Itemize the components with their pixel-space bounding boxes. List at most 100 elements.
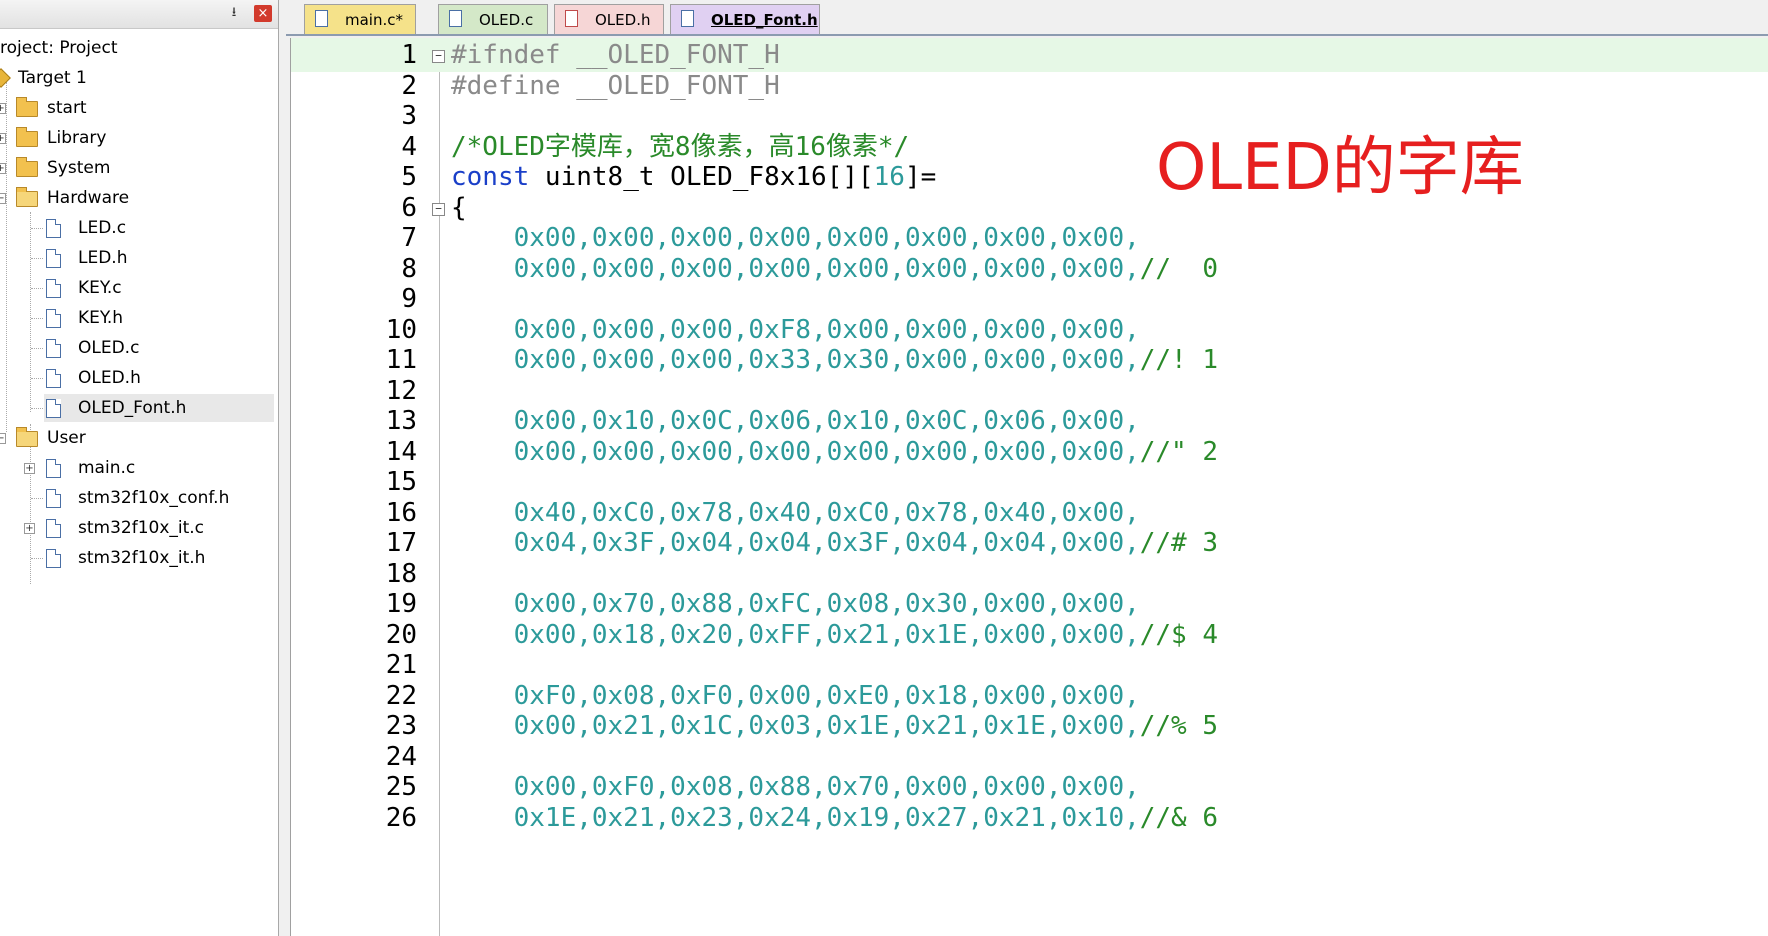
fold-toggle-icon[interactable]: − bbox=[432, 202, 445, 216]
tree-item-label: LED.c bbox=[78, 218, 127, 238]
code-token: 0x00,0x00,0x00,0x33,0x30,0x00,0x00,0x00, bbox=[451, 345, 1140, 375]
tree-file-main-c[interactable]: + main.c bbox=[0, 454, 278, 482]
editor-tab-bar: main.c* OLED.c OLED.h OLED_Font.h bbox=[286, 0, 1768, 36]
code-line[interactable]: 10 0x00,0x00,0x00,0xF8,0x00,0x00,0x00,0x… bbox=[291, 313, 1768, 347]
file-icon bbox=[46, 489, 61, 508]
pin-icon[interactable]: ⭳ bbox=[226, 5, 242, 21]
line-number: 2 bbox=[401, 70, 417, 101]
expand-icon[interactable]: + bbox=[0, 133, 6, 144]
tree-file-stm32f10x-it-h[interactable]: stm32f10x_it.h bbox=[0, 544, 278, 572]
code-line[interactable]: 7 0x00,0x00,0x00,0x00,0x00,0x00,0x00,0x0… bbox=[291, 221, 1768, 255]
collapse-icon[interactable]: − bbox=[0, 433, 6, 444]
tree-file-stm32f10x-conf-h[interactable]: stm32f10x_conf.h bbox=[0, 484, 278, 512]
line-number: 24 bbox=[385, 741, 417, 772]
code-line[interactable]: 16 0x40,0xC0,0x78,0x40,0xC0,0x78,0x40,0x… bbox=[291, 496, 1768, 530]
code-line[interactable]: 15 bbox=[291, 465, 1768, 499]
code-line[interactable]: 23 0x00,0x21,0x1C,0x03,0x1E,0x21,0x1E,0x… bbox=[291, 709, 1768, 743]
code-token: 0x00,0x21,0x1C,0x03,0x1E,0x21,0x1E,0x00, bbox=[451, 711, 1140, 741]
tab-oled-h[interactable]: OLED.h bbox=[554, 4, 664, 34]
tree-item-label: System bbox=[47, 158, 111, 178]
code-line[interactable]: 21 bbox=[291, 648, 1768, 682]
tree-file-led-c[interactable]: LED.c bbox=[0, 214, 278, 242]
tree-connector bbox=[31, 318, 43, 319]
code-line[interactable]: 9 bbox=[291, 282, 1768, 316]
file-icon bbox=[565, 10, 578, 27]
code-token: //$ 4 bbox=[1139, 619, 1219, 650]
tab-main-c[interactable]: main.c* bbox=[304, 4, 416, 34]
tree-connector bbox=[31, 348, 43, 349]
line-number: 25 bbox=[385, 772, 417, 802]
tree-item-label: Hardware bbox=[47, 188, 130, 208]
code-line[interactable]: 20 0x00,0x18,0x20,0xFF,0x21,0x1E,0x00,0x… bbox=[291, 618, 1768, 652]
file-icon bbox=[315, 10, 328, 27]
line-number: 4 bbox=[401, 131, 417, 162]
code-token: //" 2 bbox=[1139, 436, 1219, 467]
code-token: 0x40,0xC0,0x78,0x40,0xC0,0x78,0x40,0x00, bbox=[451, 497, 1140, 528]
tree-file-oled-c[interactable]: OLED.c bbox=[0, 334, 278, 362]
tree-item-project[interactable]: roject: Project bbox=[0, 34, 278, 62]
code-text: /*OLED字模库，宽8像素，高16像素*/ bbox=[451, 130, 909, 164]
folder-icon bbox=[16, 127, 38, 147]
code-text: 0x40,0xC0,0x78,0x40,0xC0,0x78,0x40,0x00, bbox=[451, 496, 1140, 530]
code-line[interactable]: 1 − #ifndef __OLED_FONT_H bbox=[291, 38, 1768, 72]
line-number: 9 bbox=[401, 284, 417, 314]
annotation-title: OLED的字库 bbox=[1156, 131, 1524, 205]
tree-item-user[interactable]: − User bbox=[0, 424, 278, 452]
code-line[interactable]: 11 0x00,0x00,0x00,0x33,0x30,0x00,0x00,0x… bbox=[291, 343, 1768, 377]
tree-item-label: stm32f10x_it.c bbox=[78, 518, 205, 538]
folder-icon bbox=[16, 97, 38, 117]
code-line[interactable]: 19 0x00,0x70,0x88,0xFC,0x08,0x30,0x00,0x… bbox=[291, 587, 1768, 621]
code-token: 0x00,0x10,0x0C,0x06,0x10,0x0C,0x06,0x00, bbox=[451, 406, 1140, 436]
tree-item-label: Library bbox=[47, 128, 107, 148]
code-line[interactable]: 25 0x00,0xF0,0x08,0x88,0x70,0x00,0x00,0x… bbox=[291, 770, 1768, 804]
tab-oled-c[interactable]: OLED.c bbox=[438, 4, 548, 34]
tree-item-system[interactable]: + System bbox=[0, 154, 278, 182]
tree-file-oled-h[interactable]: OLED.h bbox=[0, 364, 278, 392]
code-line[interactable]: 24 bbox=[291, 740, 1768, 774]
tree-item-target[interactable]: Target 1 bbox=[0, 64, 278, 92]
code-token: //! 1 bbox=[1139, 345, 1219, 375]
code-line[interactable]: 6 −{ bbox=[291, 191, 1768, 225]
tree-file-key-h[interactable]: KEY.h bbox=[0, 304, 278, 332]
code-line[interactable]: 8 0x00,0x00,0x00,0x00,0x00,0x00,0x00,0x0… bbox=[291, 252, 1768, 286]
tree-item-label: OLED.h bbox=[78, 368, 141, 388]
collapse-icon[interactable]: − bbox=[0, 193, 6, 204]
code-token: //% 5 bbox=[1139, 711, 1219, 741]
code-line[interactable]: 26 0x1E,0x21,0x23,0x24,0x19,0x27,0x21,0x… bbox=[291, 801, 1768, 835]
code-editor[interactable]: 1− #ifndef __OLED_FONT_H 2 #define __OLED_F… bbox=[290, 38, 1768, 936]
tree-item-start[interactable]: + start bbox=[0, 94, 278, 122]
tree-file-stm32f10x-it-c[interactable]: + stm32f10x_it.c bbox=[0, 514, 278, 542]
file-icon bbox=[46, 339, 61, 358]
code-line[interactable]: 12 bbox=[291, 374, 1768, 408]
code-line[interactable]: 4 /*OLED字模库，宽8像素，高16像素*/ bbox=[291, 130, 1768, 164]
fold-toggle-icon[interactable]: − bbox=[432, 50, 445, 63]
code-token: //& 6 bbox=[1139, 802, 1219, 833]
expand-icon[interactable]: + bbox=[0, 163, 6, 174]
code-line[interactable]: 22 0xF0,0x08,0xF0,0x00,0xE0,0x18,0x00,0x… bbox=[291, 679, 1768, 713]
expand-icon[interactable]: + bbox=[0, 103, 6, 114]
code-line[interactable]: 17 0x04,0x3F,0x04,0x04,0x3F,0x04,0x04,0x… bbox=[291, 526, 1768, 560]
code-line[interactable]: 5 const uint8_t OLED_F8x16[][16]= bbox=[291, 160, 1768, 194]
tree-file-oled-font-h[interactable]: OLED_Font.h bbox=[44, 394, 274, 422]
tab-oled-font-h[interactable]: OLED_Font.h bbox=[670, 4, 820, 34]
code-line[interactable]: 13 0x00,0x10,0x0C,0x06,0x10,0x0C,0x06,0x… bbox=[291, 404, 1768, 438]
line-number: 19 bbox=[385, 589, 417, 619]
code-token: 0x00,0x00,0x00,0xF8,0x00,0x00,0x00,0x00, bbox=[451, 314, 1140, 345]
tree-file-led-h[interactable]: LED.h bbox=[0, 244, 278, 272]
close-icon[interactable]: × bbox=[254, 5, 272, 22]
code-line[interactable]: 3 bbox=[291, 99, 1768, 133]
code-text: #ifndef __OLED_FONT_H bbox=[451, 38, 780, 72]
tree-file-key-c[interactable]: KEY.c bbox=[0, 274, 278, 302]
code-line[interactable]: 14 0x00,0x00,0x00,0x00,0x00,0x00,0x00,0x… bbox=[291, 435, 1768, 469]
code-token: 0x00,0xF0,0x08,0x88,0x70,0x00,0x00,0x00, bbox=[451, 772, 1140, 802]
tab-label: OLED_Font.h bbox=[711, 11, 818, 29]
code-text: 0x00,0x00,0x00,0x00,0x00,0x00,0x00,0x00,… bbox=[451, 252, 1218, 286]
code-text: #define __OLED_FONT_H bbox=[451, 69, 780, 103]
code-line[interactable]: 18 bbox=[291, 557, 1768, 591]
tree-connector bbox=[31, 228, 43, 229]
expand-icon[interactable]: + bbox=[24, 463, 35, 474]
tree-item-library[interactable]: + Library bbox=[0, 124, 278, 152]
expand-icon[interactable]: + bbox=[24, 523, 35, 534]
tree-item-hardware[interactable]: − Hardware bbox=[0, 184, 278, 212]
code-line[interactable]: 2 #define __OLED_FONT_H bbox=[291, 69, 1768, 103]
